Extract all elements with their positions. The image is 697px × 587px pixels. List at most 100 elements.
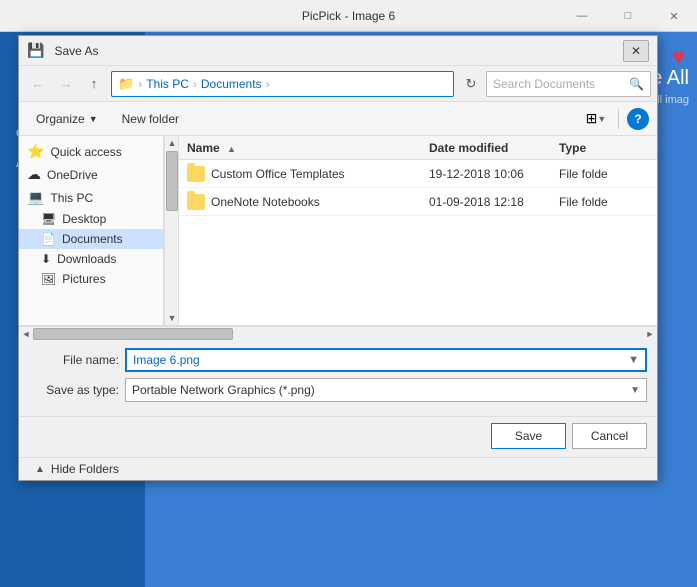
breadcrumb-bar: 📁 › This PC › Documents › (111, 71, 454, 97)
file-list-header: Name ▲ Date modified Type (179, 136, 657, 160)
breadcrumb-documents[interactable]: Documents (201, 77, 262, 91)
folder-icon (187, 166, 205, 182)
file-date-1: 01-09-2018 12:18 (429, 195, 559, 209)
cancel-button[interactable]: Cancel (572, 423, 647, 449)
scroll-thumb[interactable] (33, 328, 233, 340)
picpick-title: PicPick - Image 6 (302, 9, 395, 23)
file-row[interactable]: OneNote Notebooks 01-09-2018 12:18 File … (179, 188, 657, 216)
header-type: Type (559, 141, 649, 155)
filename-row: File name: Image 6.png ▼ (29, 348, 647, 372)
file-list: Name ▲ Date modified Type Custom Office … (179, 136, 657, 325)
pictures-icon: 🖼 (41, 272, 56, 286)
filetype-dropdown-arrow[interactable]: ▼ (630, 385, 640, 396)
tree-scrollbar[interactable]: ▲ ▼ (164, 136, 178, 325)
filetype-row: Save as type: Portable Network Graphics … (29, 378, 647, 402)
view-icon: ⊞ (586, 110, 598, 127)
folder-tree: ⭐ Quick access ☁ OneDrive 💻 This PC 🖥 De… (19, 136, 164, 325)
quick-access-icon: ⭐ (27, 143, 44, 160)
filename-label: File name: (29, 353, 119, 367)
scroll-left-button[interactable]: ◄ (19, 327, 33, 341)
hide-folders-arrow: ▲ (35, 464, 45, 475)
tree-label-quick-access: Quick access (50, 145, 121, 159)
hide-folders-label: Hide Folders (51, 462, 119, 476)
bottom-fields: File name: Image 6.png ▼ Save as type: P… (19, 340, 657, 416)
nav-back-button[interactable]: ← (25, 71, 51, 97)
search-icon: 🔍 (629, 77, 644, 91)
tree-item-thispc[interactable]: 💻 This PC (19, 186, 163, 209)
file-row[interactable]: Custom Office Templates 19-12-2018 10:06… (179, 160, 657, 188)
downloads-icon: ⬇ (41, 252, 51, 266)
tree-item-onedrive[interactable]: ☁ OneDrive (19, 163, 163, 186)
dialog-close-button[interactable]: ✕ (623, 40, 649, 62)
dialog-titlebar: 💾 Save As ✕ (19, 36, 657, 66)
search-placeholder: Search Documents (493, 77, 595, 91)
file-name-0: Custom Office Templates (211, 167, 429, 181)
folder-icon (187, 194, 205, 210)
search-box[interactable]: Search Documents 🔍 (486, 71, 651, 97)
tree-item-desktop[interactable]: 🖥 Desktop (19, 209, 163, 229)
filename-value: Image 6.png (133, 353, 200, 367)
header-name: Name ▲ (187, 141, 429, 155)
nav-up-button[interactable]: ↑ (81, 71, 107, 97)
tree-scroll-track (165, 150, 178, 311)
file-name-1: OneNote Notebooks (211, 195, 429, 209)
maximize-button[interactable]: □ (605, 0, 651, 32)
save-button[interactable]: Save (491, 423, 566, 449)
picpick-close-button[interactable]: ✕ (651, 0, 697, 32)
picpick-window-controls: — □ ✕ (559, 0, 697, 32)
desktop-icon: 🖥 (41, 212, 56, 226)
tree-label-onedrive: OneDrive (47, 168, 98, 182)
tree-item-documents[interactable]: 📄 Documents (19, 229, 163, 249)
organize-button[interactable]: Organize ▼ (27, 107, 107, 131)
help-button[interactable]: ? (627, 108, 649, 130)
sort-arrow: ▲ (227, 144, 236, 154)
tree-scroll-down[interactable]: ▼ (165, 311, 179, 325)
header-date: Date modified (429, 141, 559, 155)
new-folder-button[interactable]: New folder (113, 107, 188, 131)
tree-item-downloads[interactable]: ⬇ Downloads (19, 249, 163, 269)
folder-tree-container: ⭐ Quick access ☁ OneDrive 💻 This PC 🖥 De… (19, 136, 179, 325)
filename-dropdown-arrow[interactable]: ▼ (628, 354, 639, 366)
tree-label-desktop: Desktop (62, 212, 106, 226)
picpick-titlebar: PicPick - Image 6 — □ ✕ (0, 0, 697, 32)
nav-forward-button[interactable]: → (53, 71, 79, 97)
file-type-0: File folde (559, 167, 649, 181)
view-arrow: ▼ (597, 114, 606, 124)
save-as-dialog: 💾 Save As ✕ ← → ↑ 📁 › This PC › Document… (18, 35, 658, 481)
filetype-value: Portable Network Graphics (*.png) (132, 383, 315, 397)
scroll-right-button[interactable]: ► (643, 327, 657, 341)
tree-item-quick-access[interactable]: ⭐ Quick access (19, 140, 163, 163)
tree-label-pictures: Pictures (62, 272, 105, 286)
breadcrumb-thispc[interactable]: This PC (146, 77, 189, 91)
filename-input[interactable]: Image 6.png ▼ (125, 348, 647, 372)
tree-scroll-up[interactable]: ▲ (165, 136, 179, 150)
documents-icon: 📄 (41, 232, 56, 246)
filetype-select[interactable]: Portable Network Graphics (*.png) ▼ (125, 378, 647, 402)
nav-refresh-button[interactable]: ↻ (458, 71, 484, 97)
toolbar-divider (618, 109, 619, 129)
dialog-toolbar: Organize ▼ New folder ⊞ ▼ ? (19, 102, 657, 136)
file-date-0: 19-12-2018 10:06 (429, 167, 559, 181)
picpick-background: PicPick - Image 6 — □ ✕ ← Options About … (0, 0, 697, 587)
tree-label-thispc: This PC (50, 191, 93, 205)
dialog-save-icon: 💾 (27, 42, 44, 59)
tree-scroll-thumb[interactable] (166, 151, 178, 211)
breadcrumb-sep2: › (193, 77, 197, 91)
horizontal-scrollbar: ◄ ► (19, 326, 657, 340)
onedrive-icon: ☁ (27, 166, 41, 183)
breadcrumb-sep3: › (266, 77, 270, 91)
file-type-1: File folde (559, 195, 649, 209)
tree-label-documents: Documents (62, 232, 123, 246)
thispc-icon: 💻 (27, 189, 44, 206)
tree-item-pictures[interactable]: 🖼 Pictures (19, 269, 163, 289)
view-toggle-button[interactable]: ⊞ ▼ (582, 107, 610, 131)
new-folder-label: New folder (122, 112, 179, 126)
dialog-title: Save As (50, 44, 623, 58)
minimize-button[interactable]: — (559, 0, 605, 32)
breadcrumb-folder-icon: 📁 (118, 76, 134, 92)
organize-arrow: ▼ (89, 114, 98, 124)
hide-folders-bar[interactable]: ▲ Hide Folders (19, 457, 657, 480)
tree-label-downloads: Downloads (57, 252, 116, 266)
scroll-track[interactable] (33, 327, 643, 341)
organize-label: Organize (36, 112, 85, 126)
